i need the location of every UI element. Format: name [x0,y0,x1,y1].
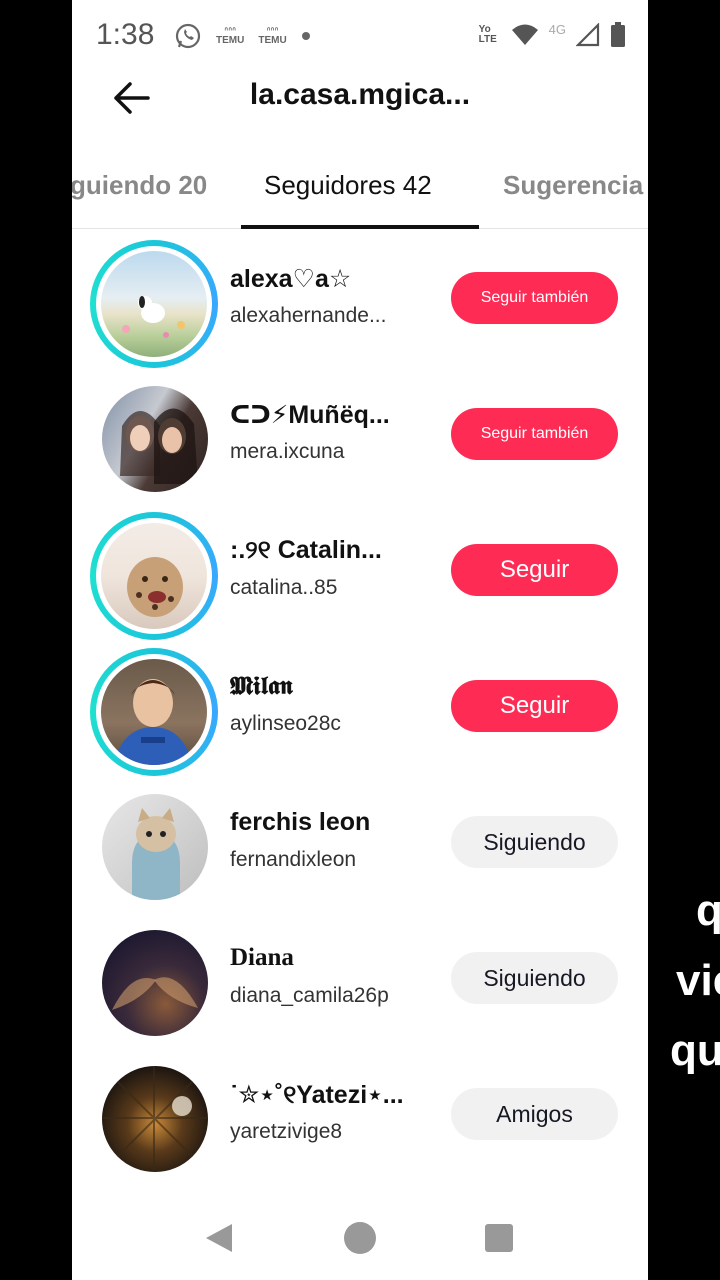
status-time: 1:38 [96,18,155,51]
user-handle: yaretzivige8 [230,1120,343,1143]
list-item[interactable]: ˙✮⋆˚୧Yatezi⋆... yaretzivige8 Amigos [72,1046,648,1182]
user-handle: fernandixleon [230,848,357,871]
list-item[interactable]: Diana diana_camila26p Siguiendo [72,910,648,1046]
avatar[interactable] [102,794,208,900]
user-display-name: Diana [230,944,294,971]
user-display-name: ˙✮⋆˚୧Yatezi⋆... [230,1081,404,1109]
list-item[interactable]: 𝕸𝖎𝖑𝖆𝖓 aylinseo28c Seguir [72,638,648,776]
following-button[interactable]: Siguiendo [451,816,618,868]
nav-back-icon[interactable] [202,1222,234,1254]
tab-suggestions[interactable]: Sugerencia [503,170,643,201]
user-display-name: :.୨୧ Catalin... [230,536,382,564]
tab-following[interactable]: guiendo 20 [72,170,207,201]
friends-button[interactable]: Amigos [451,1088,618,1140]
active-tab-indicator [241,225,479,229]
user-handle: aylinseo28c [230,712,341,735]
avatar[interactable] [101,659,207,765]
follow-back-button[interactable]: Seguir también [451,408,618,460]
temu-icon: ᐢᐢᐢ TEMU [258,26,287,46]
temu-icon: ᐢᐢᐢ TEMU [216,26,245,46]
user-handle: diana_camila26p [230,984,389,1007]
wifi-icon [511,24,538,45]
overlay-text-line: vie [676,956,720,1005]
status-left-icons: ᐢᐢᐢ TEMU ᐢᐢᐢ TEMU [174,22,311,50]
following-button[interactable]: Siguiendo [451,952,618,1004]
follow-button[interactable]: Seguir [451,680,618,732]
nav-home-icon[interactable] [344,1222,376,1254]
user-handle: mera.ixcuna [230,440,345,463]
avatar[interactable] [101,251,207,357]
volte-icon: Yo LTE [478,24,497,45]
user-handle: catalina..85 [230,576,338,599]
user-display-name: 𝕸𝖎𝖑𝖆𝖓 [230,672,293,700]
avatar[interactable] [102,1066,208,1172]
avatar[interactable] [101,523,207,629]
avatar[interactable] [102,930,208,1036]
story-ring [90,512,218,640]
video-caption-overlay: q vie qu [648,0,720,1280]
whatsapp-icon [175,23,201,49]
page-title: la.casa.mgica... [249,78,471,111]
status-bar: 1:38 ᐢᐢᐢ TEMU ᐢᐢᐢ TEMU Yo LTE 4G [72,0,648,70]
follow-back-button[interactable]: Seguir también [451,272,618,324]
follow-tabs: guiendo 20 Seguidores 42 Sugerencia [72,160,648,229]
list-item[interactable]: alexa♡a☆ alexahernande... Seguir también [72,230,648,368]
nav-recents-icon[interactable] [485,1224,513,1252]
battery-icon [611,22,625,47]
system-nav-bar [72,1200,648,1280]
network-4g-label: 4G [548,21,566,37]
user-handle: alexahernande... [230,304,387,327]
story-ring [90,648,218,776]
follow-button[interactable]: Seguir [451,544,618,596]
tab-followers[interactable]: Seguidores 42 [264,170,432,201]
profile-header: la.casa.mgica... [72,70,648,126]
list-item[interactable]: ferchis leon fernandixleon Siguiendo [72,774,648,910]
list-item[interactable]: ᑕᑐ⚡Muñëq... mera.ixcuna Seguir también [72,366,648,502]
user-display-name: ᑕᑐ⚡Muñëq... [230,401,390,429]
list-item[interactable]: :.୨୧ Catalin... catalina..85 Seguir [72,502,648,640]
user-display-name: alexa♡a☆ [230,265,352,293]
story-ring [90,240,218,368]
overlay-text-line: q [696,886,720,935]
user-display-name: ferchis leon [230,808,371,836]
signal-icon [576,23,600,47]
dot-icon [301,32,310,40]
avatar[interactable] [102,386,208,492]
phone-screen: 1:38 ᐢᐢᐢ TEMU ᐢᐢᐢ TEMU Yo LTE 4G la.casa… [72,0,648,1280]
overlay-text-line: qu [670,1026,720,1075]
status-right-icons: Yo LTE 4G [479,22,626,48]
